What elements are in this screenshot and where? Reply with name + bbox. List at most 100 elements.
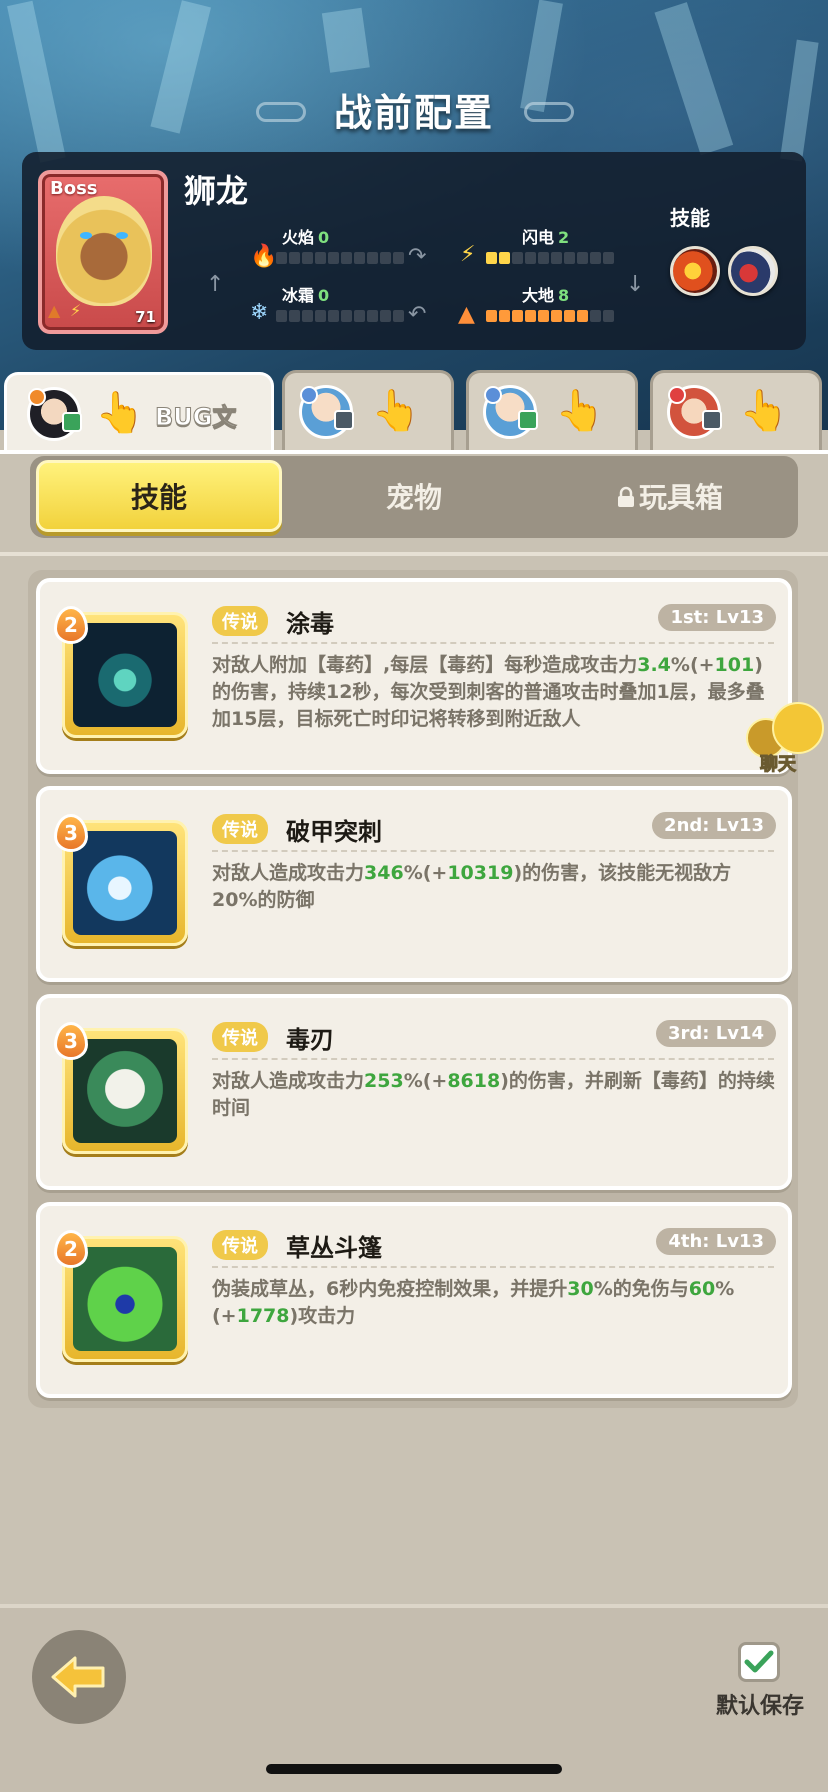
dashed-divider [212,642,774,644]
bar-segment [486,310,497,322]
bar-segment [603,310,614,322]
bar-segment [341,252,352,264]
lightning-bar [486,252,614,264]
back-button[interactable] [32,1630,126,1724]
home-indicator [266,1764,562,1774]
bar-segment [590,310,601,322]
boss-portrait[interactable]: Boss ▲ ⚡ 71 [38,170,168,334]
boss-skill-dive-orb-icon[interactable] [728,246,778,296]
snowflake-icon: ❄ [250,300,269,325]
skill-slot-level: 2nd: Lv13 [652,812,776,839]
class-icon [484,386,502,404]
bar-segment [486,252,497,264]
frost-label: 冰霜 [282,286,315,305]
frost-value: 0 [318,286,330,305]
dashed-divider [212,1266,774,1268]
bar-segment [302,252,313,264]
skill-description: 对敌人造成攻击力346%(+10319)的伤害，该技能无视敌方20%的防御 [212,862,732,911]
earth-icon: ▲ [48,301,61,320]
status-badge-icon [518,410,538,430]
hero-avatar [299,385,354,439]
bar-segment [538,310,549,322]
bar-segment [328,310,339,322]
tab-toybox-label: 玩具箱 [638,481,723,514]
bar-segment [315,252,326,264]
earth-label: 大地 [522,286,555,305]
boss-skill-fire-orb-icon[interactable] [670,246,720,296]
check-icon [744,1650,774,1673]
tab-skills[interactable]: 技能 [36,460,282,532]
rarity-badge: 传说 [212,606,268,636]
skull-blade-icon [73,1039,177,1143]
bar-segment [341,310,352,322]
bar-segment [354,252,365,264]
bar-segment [393,252,404,264]
chat-button[interactable]: 聊天 [742,700,828,780]
earth-value: 8 [558,286,570,305]
bar-segment [276,310,287,322]
lightning-icon: ⚡ [460,242,476,267]
tap-hand-icon: 👆 [555,388,605,434]
class-icon [28,388,46,406]
tab-pets[interactable]: 宠物 [290,460,538,532]
armor-pierce-icon [73,831,177,935]
tap-hand-icon: 👆 [95,390,145,436]
bar-segment [512,252,523,264]
divider [0,552,828,556]
lightning-stat: 闪电 2 [522,224,569,248]
skill-card[interactable]: 2 传说 草丛斗篷 4th: Lv13 伪装成草丛，6秒内免疫控制效果，并提升3… [36,1202,792,1398]
skill-name: 涂毒 [286,610,334,638]
rarity-badge: 传说 [212,1022,268,1052]
boss-eye-right [116,232,128,239]
earth-icon: ▲ [458,302,475,327]
hero-tab-3[interactable]: 👆 [466,370,638,450]
bar-segment [577,310,588,322]
rarity-badge: 传说 [212,814,268,844]
skill-level-badge: 3 [54,814,88,852]
class-icon [668,386,686,404]
skill-card[interactable]: 2 传说 涂毒 1st: Lv13 对敌人附加【毒药】,每层【毒药】每秒造成攻击… [36,578,792,774]
status-badge-icon [334,410,354,430]
cycle-arrow-left-icon: ↑ [206,272,225,297]
hero-name: BUG文 [154,403,237,432]
skill-card[interactable]: 3 传说 破甲突刺 2nd: Lv13 对敌人造成攻击力346%(+10319)… [36,786,792,982]
lock-icon [617,486,634,507]
back-arrow-icon [51,1656,105,1698]
bar-segment [380,310,391,322]
dashed-divider [212,1058,774,1060]
hero-tab-4[interactable]: 👆 [650,370,822,450]
hero-avatar [27,387,82,441]
cycle-arrow-top-icon: ↷ [408,244,427,269]
status-badge-icon [702,410,722,430]
skill-name: 毒刃 [286,1026,334,1054]
frost-stat: 冰霜 0 [282,282,329,306]
boss-face-art [56,196,152,306]
rarity-badge: 传说 [212,1230,268,1260]
skill-name: 草丛斗篷 [286,1234,382,1262]
bar-segment [393,310,404,322]
default-save-checkbox[interactable] [738,1642,780,1682]
page-title: 战前配置 [333,91,494,135]
bar-segment [302,310,313,322]
bar-segment [289,252,300,264]
bar-segment [499,310,510,322]
bar-segment [276,252,287,264]
skill-description: 对敌人造成攻击力253%(+8618)的伤害，并刷新【毒药】的持续时间 [212,1070,775,1119]
hero-avatar [483,385,538,439]
skill-slot-level: 4th: Lv13 [656,1228,776,1255]
fire-bar [276,252,404,264]
hero-tab-1[interactable]: 👆 BUG文 [4,372,274,462]
bush-cloak-icon [73,1247,177,1351]
bar-segment [564,252,575,264]
bar-segment [590,252,601,264]
skill-card[interactable]: 3 传说 毒刃 3rd: Lv14 对敌人造成攻击力253%(+8618)的伤害… [36,994,792,1190]
chat-bubble-icon [772,702,824,754]
hero-tab-2[interactable]: 👆 [282,370,454,450]
bar-segment [512,310,523,322]
bar-segment [551,310,562,322]
bar-segment [367,310,378,322]
cycle-arrow-right-icon: ↓ [626,272,645,297]
tab-toybox[interactable]: 玩具箱 [546,460,794,532]
fire-stat: 火焰 0 [282,224,329,248]
class-icon [300,386,318,404]
